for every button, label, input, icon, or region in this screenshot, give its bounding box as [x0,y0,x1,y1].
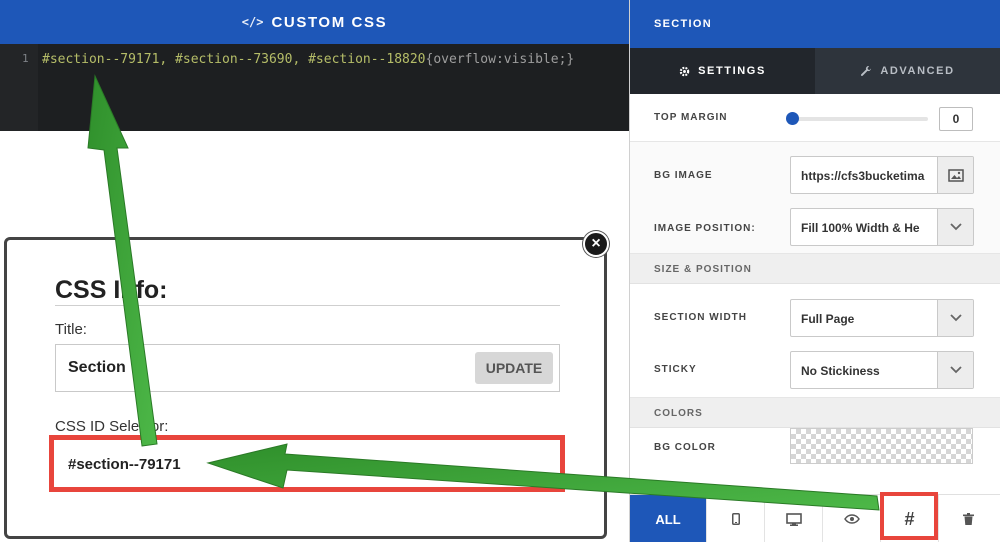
desktop-view-button[interactable] [765,495,823,542]
delete-section-button[interactable] [939,495,997,542]
sticky-label: STICKY [654,364,697,375]
top-margin-slider[interactable] [790,117,928,121]
title-input[interactable]: Section UPDATE [55,344,560,392]
image-icon [947,168,964,182]
tab-advanced-label: ADVANCED [880,65,955,77]
bg-image-url: https://cfs3bucketima [801,169,925,183]
tab-advanced[interactable]: ADVANCED [815,48,1000,94]
line-number: 1 [22,52,29,65]
image-position-value: Fill 100% Width & He [801,221,920,235]
section-width-dropdown[interactable] [937,300,973,336]
title-label: Title: [55,321,87,338]
top-margin-input[interactable]: 0 [939,107,973,131]
modal-close-button[interactable]: × [583,231,609,257]
desktop-icon [785,512,802,526]
sticky-dropdown[interactable] [937,352,973,388]
modal-title: CSS Info: [55,276,168,304]
panel-bottom-bar: ALL # [630,494,1000,542]
custom-css-editor: </> CUSTOM CSS 1 #section--79171, #secti… [0,0,629,131]
image-position-dropdown[interactable] [937,209,973,245]
tab-settings[interactable]: SETTINGS [630,48,815,94]
panel-header: SECTION [630,0,1000,48]
panel-tabs: SETTINGS ADVANCED [630,48,1000,94]
section-width-select[interactable]: Full Page [790,299,974,337]
colors-label: COLORS [654,408,703,419]
title-value: Section [68,359,126,376]
code-area[interactable]: 1 #section--79171, #section--73690, #sec… [0,44,629,131]
bg-color-row: BG COLOR [630,428,1000,468]
visibility-button[interactable] [823,495,881,542]
trash-icon [962,513,974,525]
image-position-label: IMAGE POSITION: [654,223,756,234]
section-width-label: SECTION WIDTH [654,312,747,323]
modal-divider [55,305,560,306]
sticky-select[interactable]: No Stickiness [790,351,974,389]
css-info-button[interactable]: # [881,495,939,542]
section-settings-panel: SECTION SETTINGS ADVANCED TOP MARGIN 0 B… [629,0,1000,542]
css-id-selector-label: CSS ID Selector: [55,418,169,435]
gear-icon [679,66,690,76]
code-icon: </> [241,15,264,29]
chevron-down-icon [949,314,962,322]
all-devices-button[interactable]: ALL [630,495,707,542]
bg-image-label: BG IMAGE [654,170,713,181]
section-width-value: Full Page [801,312,855,326]
custom-css-header: </> CUSTOM CSS [0,0,629,44]
top-margin-row: TOP MARGIN 0 [630,94,1000,142]
line-gutter [0,44,38,131]
css-id-selector-field[interactable]: #section--79171 [49,435,565,492]
size-position-header: SIZE & POSITION [630,254,1000,284]
size-position-label: SIZE & POSITION [654,264,752,275]
top-margin-slider-handle[interactable] [786,112,799,125]
code-rule: {overflow:visible;} [425,52,575,67]
sticky-value: No Stickiness [801,364,880,378]
eye-icon [843,514,860,524]
wrench-icon [861,66,872,76]
bg-image-group: BG IMAGE https://cfs3bucketima IMAGE POS… [630,142,1000,254]
css-info-modal: CSS Info: Title: Section UPDATE CSS ID S… [4,237,607,539]
colors-header: COLORS [630,398,1000,428]
top-margin-label: TOP MARGIN [654,112,728,123]
bg-color-swatch[interactable] [790,428,973,464]
chevron-down-icon [949,366,962,374]
size-position-group: SECTION WIDTH Full Page STICKY No Sticki… [630,284,1000,398]
mobile-view-button[interactable] [707,495,765,542]
hash-icon: # [904,508,915,529]
code-line[interactable]: #section--79171, #section--73690, #secti… [42,52,574,67]
css-id-selector-value: #section--79171 [68,456,181,473]
image-position-select[interactable]: Fill 100% Width & He [790,208,974,246]
code-selectors: #section--79171, #section--73690, #secti… [42,52,426,67]
tab-settings-label: SETTINGS [698,65,766,77]
chevron-down-icon [949,223,962,231]
update-button[interactable]: UPDATE [475,352,553,384]
mobile-icon [731,513,740,525]
custom-css-title: CUSTOM CSS [271,13,388,31]
bg-color-label: BG COLOR [654,442,716,453]
bg-image-url-field[interactable]: https://cfs3bucketima [790,156,974,194]
image-picker-button[interactable] [937,157,973,193]
